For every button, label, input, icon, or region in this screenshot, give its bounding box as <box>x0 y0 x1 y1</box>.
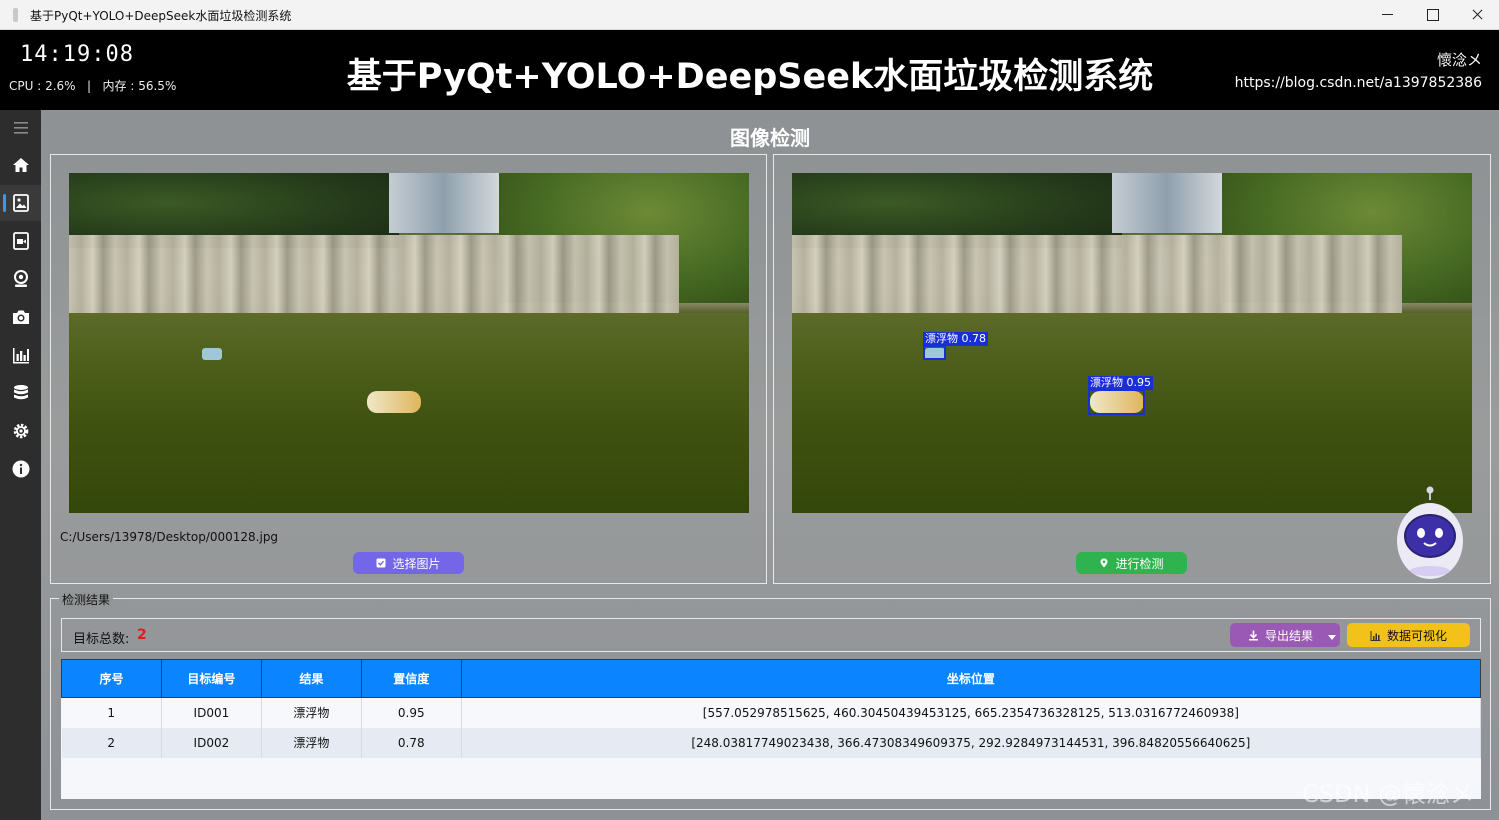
cell-confidence: 0.78 <box>361 727 462 758</box>
location-pin-icon <box>1100 558 1108 568</box>
minimize-button[interactable] <box>1364 0 1410 30</box>
cpu-value: 2.6% <box>45 79 76 93</box>
sidebar-item-statistics[interactable] <box>0 337 41 373</box>
cell-result: 漂浮物 <box>261 697 362 728</box>
sidebar-item-database[interactable] <box>0 375 41 411</box>
bar-chart-icon <box>12 348 29 364</box>
sidebar-item-camera[interactable] <box>0 299 41 335</box>
maximize-button[interactable] <box>1410 0 1456 30</box>
blog-link[interactable]: https://blog.csdn.net/a1397852386 <box>1235 75 1482 91</box>
detection-label: 漂浮物 0.95 <box>1088 376 1153 390</box>
cell-index: 2 <box>61 727 162 758</box>
original-image <box>69 173 749 513</box>
result-image-panel: 漂浮物 0.78 漂浮物 0.95 进行检测 <box>773 154 1491 584</box>
total-targets-count: 2 <box>137 627 147 643</box>
cell-target-id: ID002 <box>161 727 262 758</box>
cell-confidence: 0.95 <box>361 697 462 728</box>
detection-box: 漂浮物 0.78 <box>923 332 988 360</box>
system-stats: CPU : 2.6% | 内存 : 56.5% <box>9 79 177 93</box>
author-name: 懷淰メ <box>1436 51 1482 69</box>
data-visualization-label: 数据可视化 <box>1386 628 1447 643</box>
table-row[interactable]: 2 ID002 漂浮物 0.78 [248.03817749023438, 36… <box>61 727 1482 758</box>
sidebar-item-image-detection[interactable] <box>0 185 41 221</box>
export-results-button[interactable]: 导出结果 <box>1230 623 1340 647</box>
image-icon <box>12 194 29 212</box>
column-header[interactable]: 坐标位置 <box>460 659 1482 698</box>
run-detection-label: 进行检测 <box>1115 556 1164 571</box>
checkbox-icon <box>376 558 386 568</box>
cell-target-id: ID001 <box>161 697 262 728</box>
select-image-label: 选择图片 <box>392 556 441 571</box>
column-header[interactable]: 置信度 <box>360 659 462 698</box>
detection-results-group: 检测结果 目标总数: 2 导出结果 数据可视化 序号 目标编号 结果 置信度 坐… <box>50 591 1491 810</box>
settings-icon <box>13 423 28 439</box>
results-table: 序号 目标编号 结果 置信度 坐标位置 1 ID001 漂浮物 0.95 [55… <box>61 659 1482 758</box>
cell-result: 漂浮物 <box>261 727 362 758</box>
window-title: 基于PyQt+YOLO+DeepSeek水面垃圾检测系统 <box>30 9 292 23</box>
select-image-button[interactable]: 选择图片 <box>353 552 464 574</box>
app-header: 14:19:08 CPU : 2.6% | 内存 : 56.5% 基于PyQt+… <box>0 30 1499 110</box>
main-content: 图像检测 C:/Users/13978/Desktop/000128.jpg 选… <box>41 110 1499 820</box>
app-title: 基于PyQt+YOLO+DeepSeek水面垃圾检测系统 <box>346 57 1154 97</box>
close-window-button[interactable] <box>1455 0 1499 30</box>
app-icon <box>13 8 18 22</box>
download-icon <box>1249 630 1258 640</box>
webcam-icon <box>13 270 28 287</box>
menu-icon <box>13 122 28 134</box>
cell-coordinates: [557.052978515625, 460.30450439453125, 6… <box>461 697 1482 728</box>
floating-debris-small <box>202 348 222 360</box>
stats-separator: | <box>87 79 92 93</box>
run-detection-button[interactable]: 进行检测 <box>1076 552 1187 574</box>
column-header[interactable]: 结果 <box>260 659 362 698</box>
table-header-row: 序号 目标编号 结果 置信度 坐标位置 <box>61 659 1482 698</box>
result-image: 漂浮物 0.78 漂浮物 0.95 <box>792 173 1472 513</box>
detection-label: 漂浮物 0.78 <box>923 332 988 346</box>
window-titlebar: 基于PyQt+YOLO+DeepSeek水面垃圾检测系统 <box>0 0 1499 30</box>
camera-icon <box>12 310 29 324</box>
results-summary-bar: 目标总数: 2 导出结果 数据可视化 <box>61 618 1481 652</box>
table-row[interactable]: 1 ID001 漂浮物 0.95 [557.052978515625, 460.… <box>61 697 1482 728</box>
sidebar-item-menu[interactable] <box>0 110 41 146</box>
results-legend: 检测结果 <box>59 591 114 608</box>
detection-box: 漂浮物 0.95 <box>1088 376 1153 415</box>
video-icon <box>12 232 29 250</box>
csdn-watermark: CSDN @懷淰メ <box>1302 780 1475 808</box>
sidebar-item-about[interactable] <box>0 451 41 487</box>
results-table-container: 序号 目标编号 结果 置信度 坐标位置 1 ID001 漂浮物 0.95 [55… <box>61 659 1482 799</box>
page-title: 图像检测 <box>730 126 810 150</box>
memory-label: 内存 <box>102 79 127 93</box>
cell-coordinates: [248.03817749023438, 366.47308349609375,… <box>461 727 1482 758</box>
column-header[interactable]: 目标编号 <box>160 659 262 698</box>
home-icon <box>12 158 29 172</box>
sidebar-item-home[interactable] <box>0 147 41 183</box>
sidebar-item-webcam[interactable] <box>0 261 41 297</box>
sidebar <box>0 110 41 820</box>
clock-display: 14:19:08 <box>20 42 134 67</box>
data-visualization-button[interactable]: 数据可视化 <box>1347 623 1470 647</box>
database-icon <box>13 385 28 400</box>
bar-chart-icon <box>1370 630 1381 641</box>
original-image-panel: C:/Users/13978/Desktop/000128.jpg 选择图片 <box>50 154 767 584</box>
ai-assistant-robot-icon[interactable] <box>1395 486 1465 581</box>
chevron-down-icon[interactable] <box>1328 635 1336 640</box>
memory-value: 56.5% <box>138 79 177 93</box>
floating-debris-large <box>367 391 421 413</box>
info-icon <box>12 460 29 478</box>
file-path-label: C:/Users/13978/Desktop/000128.jpg <box>60 530 279 544</box>
total-targets-label: 目标总数: <box>73 632 130 647</box>
sidebar-item-video-detection[interactable] <box>0 223 41 259</box>
cpu-label: CPU <box>9 79 34 93</box>
cell-index: 1 <box>61 697 162 728</box>
column-header[interactable]: 序号 <box>61 659 162 698</box>
export-results-label: 导出结果 <box>1265 628 1314 643</box>
sidebar-item-settings[interactable] <box>0 413 41 449</box>
